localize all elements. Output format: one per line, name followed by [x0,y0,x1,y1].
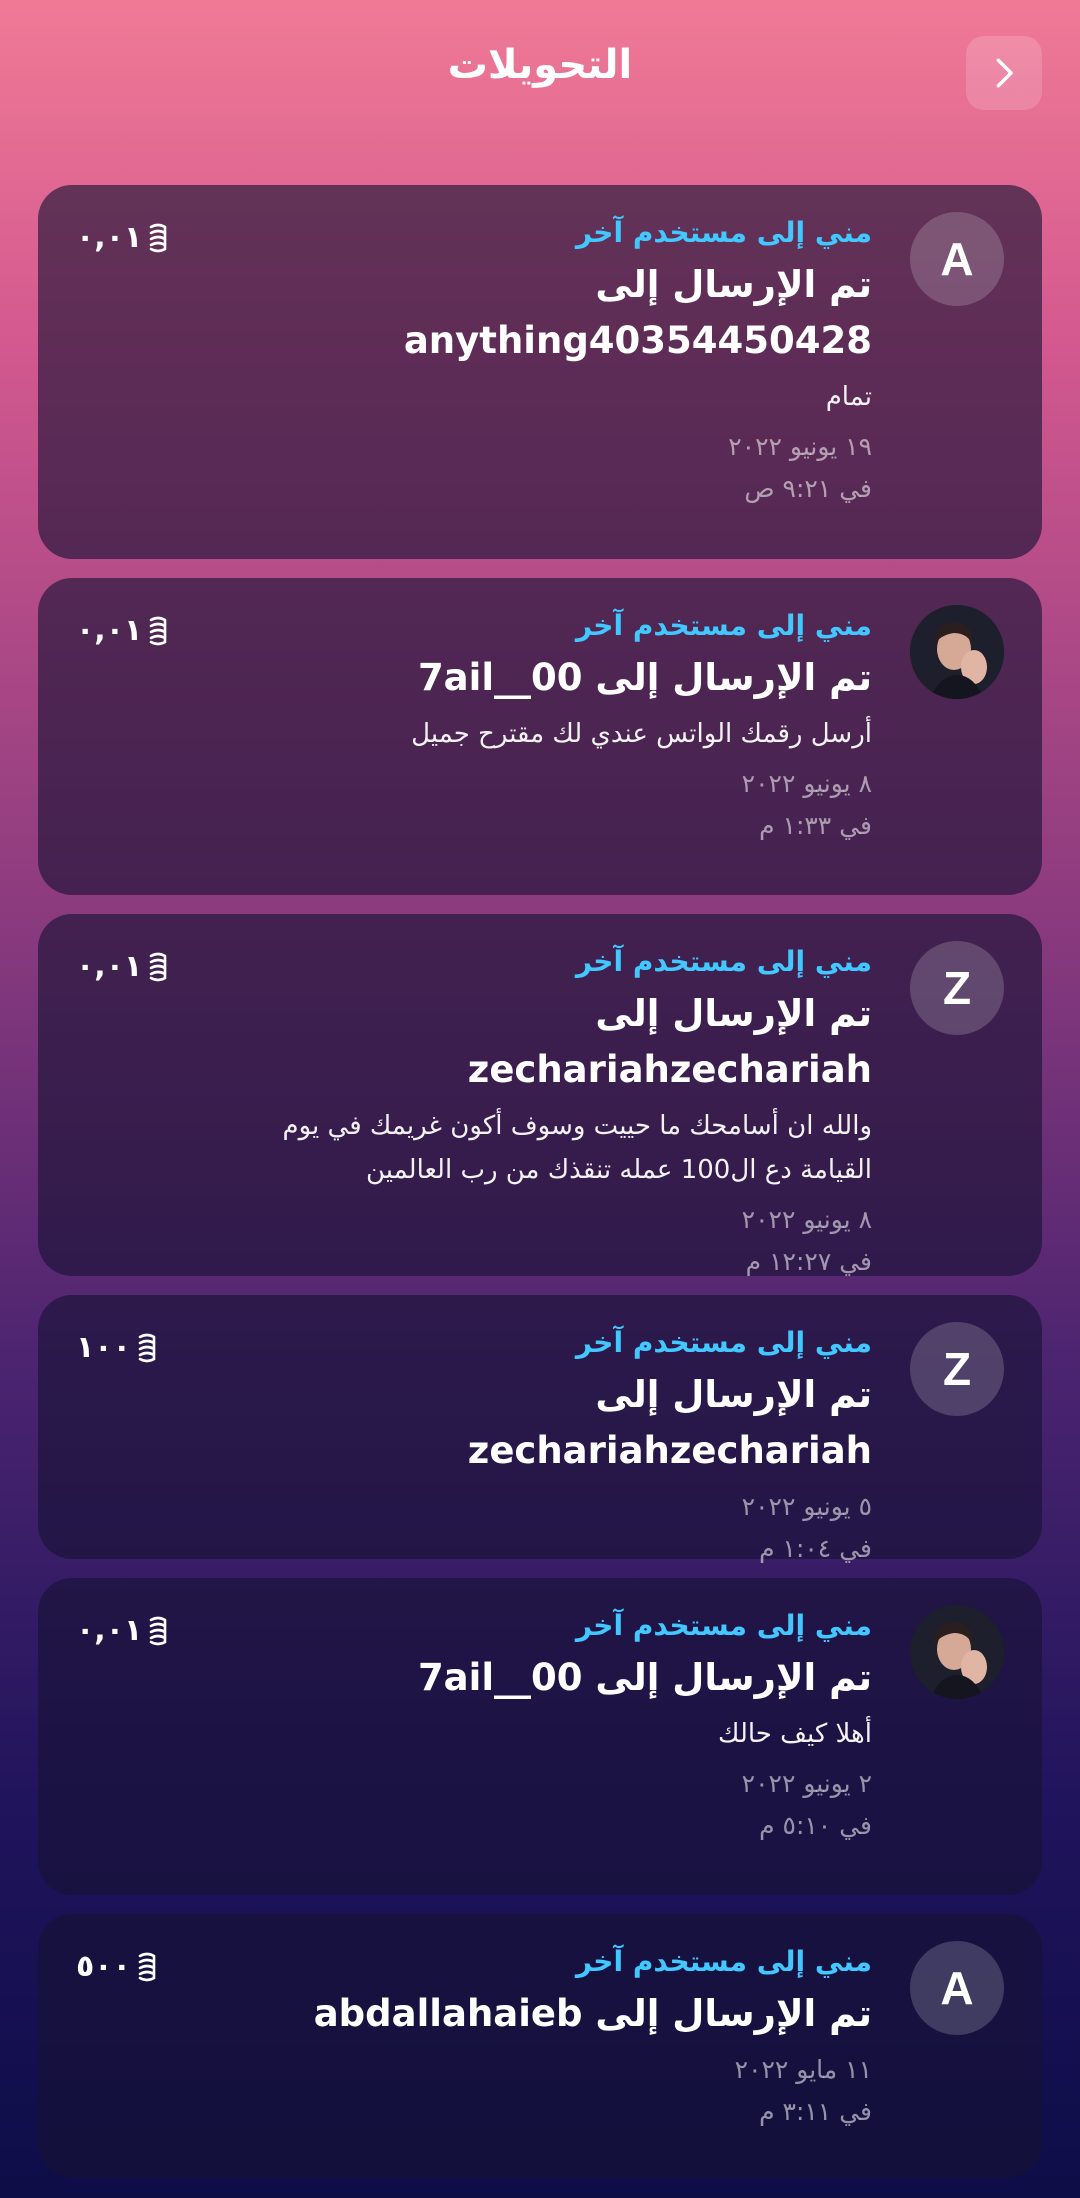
transfer-note: أرسل رقمك الواتس عندي لك مقترح جميل [411,719,872,749]
coin-icon [150,223,167,252]
avatar: Z [910,1322,1004,1416]
amount-value: ٠,٠١ [76,949,143,984]
avatar-photo-icon [910,605,1004,699]
amount: ١٠٠ [76,1330,159,1365]
amount: ٠,٠١ [76,613,170,648]
transfer-card[interactable]: Z ٠,٠١ مني إلى مستخدم آخر تم الإرسال إلى… [38,914,1042,1276]
amount: ٠,٠١ [76,220,170,255]
recipient-title: تم الإرسال إلى 7ail__00 [417,1656,872,1699]
transfer-details: مني إلى مستخدم آخر تم الإرسال إلى anythi… [208,213,872,509]
amount: ٠,٠١ [76,1613,170,1648]
avatar [910,605,1004,699]
transfer-note: أهلا كيف حالك [718,1719,872,1749]
amount-value: ٠,٠١ [76,613,143,648]
transfer-date: ٢ يونيو ٢٠٢٢ [741,1769,872,1798]
avatar [910,1605,1004,1699]
transfer-note-continued: القيامة دع ال100 عمله تنقذك من رب العالم… [366,1155,872,1185]
recipient-title: تم الإرسال إلى [595,263,872,306]
amount-value: ١٠٠ [76,1330,131,1365]
transfer-date: ١٩ يونيو ٢٠٢٢ [728,432,872,461]
recipient-name: anything40354450428 [403,319,872,362]
chevron-right-icon [996,58,1013,88]
avatar-letter: Z [942,1343,972,1395]
transfer-date: ٥ يونيو ٢٠٢٢ [741,1492,872,1521]
page-title: التحويلات [447,42,633,88]
direction-label: مني إلى مستخدم آخر [575,216,872,249]
recipient-title: تم الإرسال إلى zechariahzechariah [467,1373,872,1472]
transfer-details: مني إلى مستخدم آخر تم الإرسال إلى zechar… [208,942,872,1282]
transfer-time: في ٩:٢١ ص [744,474,872,503]
avatar: Z [910,941,1004,1035]
direction-label: مني إلى مستخدم آخر [575,609,872,642]
transfer-date: ١١ مايو ٢٠٢٢ [734,2055,872,2084]
amount-value: ٠,٠١ [76,220,143,255]
transfer-details: مني إلى مستخدم آخر تم الإرسال إلى 7ail__… [208,606,872,846]
direction-label: مني إلى مستخدم آخر [575,1326,872,1359]
amount-value: ٥٠٠ [76,1949,131,1984]
transfer-date: ٨ يونيو ٢٠٢٢ [741,1205,872,1234]
recipient-title: تم الإرسال إلى abdallahaieb [313,1992,872,2035]
transfer-time: في ٥:١٠ م [759,1811,872,1840]
avatar: A [910,1941,1004,2035]
transfer-note: والله ان أسامحك ما حييت وسوف أكون غريمك … [282,1111,872,1141]
amount-value: ٠,٠١ [76,1613,143,1648]
transfers-list: A ٠,٠١ مني إلى مستخدم آخر تم الإرسال إلى… [38,185,1042,2197]
transfer-card[interactable]: A ٥٠٠ مني إلى مستخدم آخر تم الإرسال إلى … [38,1914,1042,2178]
avatar-letter: A [940,233,974,285]
transfer-time: في ٣:١١ م [759,2097,872,2126]
transfer-details: مني إلى مستخدم آخر تم الإرسال إلى abdall… [208,1942,872,2132]
back-button[interactable] [966,36,1042,110]
recipient-title: تم الإرسال إلى zechariahzechariah [467,992,872,1091]
transfer-time: في ١:٠٤ م [759,1534,872,1563]
recipient-title: تم الإرسال إلى 7ail__00 [417,656,872,699]
avatar-letter: A [940,1962,974,2014]
direction-label: مني إلى مستخدم آخر [575,1609,872,1642]
direction-label: مني إلى مستخدم آخر [575,1945,872,1978]
coin-icon [150,1616,167,1645]
transfer-time: في ١:٣٣ م [759,811,872,840]
transfer-time: في ١٢:٢٧ م [745,1247,872,1276]
amount: ٥٠٠ [76,1949,159,1984]
direction-label: مني إلى مستخدم آخر [575,945,872,978]
transfer-details: مني إلى مستخدم آخر تم الإرسال إلى zechar… [208,1323,872,1569]
transfer-card[interactable]: ٠,٠١ مني إلى مستخدم آخر تم الإرسال إلى 7… [38,1578,1042,1895]
transfer-date: ٨ يونيو ٢٠٢٢ [741,769,872,798]
transfer-card[interactable]: Z ١٠٠ مني إلى مستخدم آخر تم الإرسال إلى … [38,1295,1042,1563]
header: التحويلات [0,0,1080,150]
transfer-details: مني إلى مستخدم آخر تم الإرسال إلى 7ail__… [208,1606,872,1846]
coin-icon [138,1952,156,1981]
avatar-photo-icon [910,1605,1004,1699]
coin-icon [138,1333,156,1362]
avatar: A [910,212,1004,306]
coin-icon [150,616,167,645]
transfer-card[interactable]: A ٠,٠١ مني إلى مستخدم آخر تم الإرسال إلى… [38,185,1042,559]
avatar-letter: Z [942,962,972,1014]
coin-icon [150,952,167,981]
transfer-note: تمام [825,382,872,412]
transfer-card[interactable]: ٠,٠١ مني إلى مستخدم آخر تم الإرسال إلى 7… [38,578,1042,895]
amount: ٠,٠١ [76,949,170,984]
